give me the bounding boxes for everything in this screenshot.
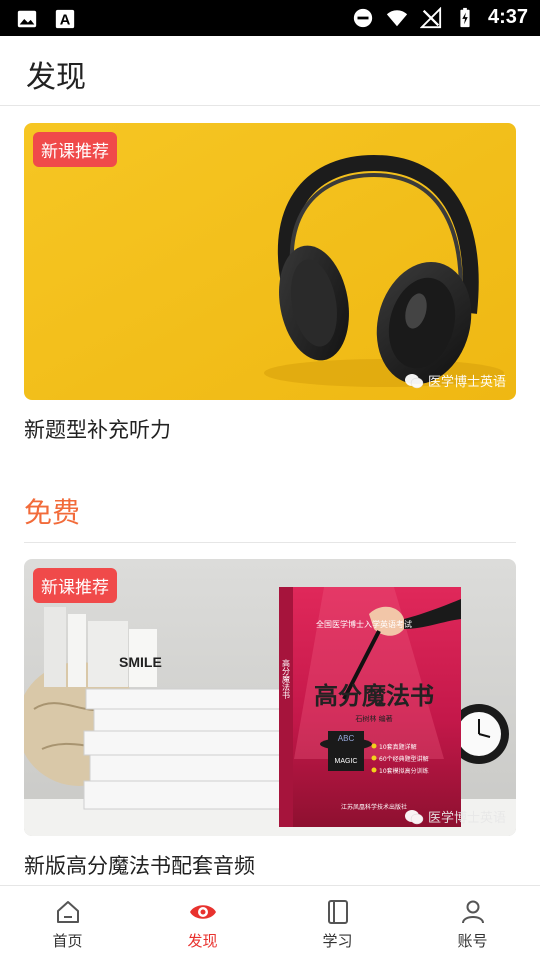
shelf-book-title: SMILE (119, 654, 162, 670)
eye-icon (189, 905, 216, 919)
course-card[interactable]: SMILE 全国医学博士入学英语考试 高分魔法书 石树林 编著 ABC MAGI… (24, 559, 516, 880)
nav-item-discover[interactable]: 发现 (135, 886, 270, 960)
clock-time: 4:37 (487, 6, 528, 28)
book-top-text: 全国医学博士入学英语考试 (316, 619, 412, 629)
nav-item-study[interactable]: 学习 (270, 886, 405, 960)
course-card[interactable]: 新课推荐 医学博士英语 新题型补充听力 (24, 123, 516, 444)
nav-label-account: 账号 (457, 932, 488, 950)
top-app-bar: 发现 (0, 36, 540, 106)
wechat-watermark: 医学博士英语 (404, 371, 506, 390)
nav-item-account[interactable]: 账号 (405, 886, 540, 960)
wifi-icon (386, 9, 408, 26)
new-course-badge: 新课推荐 (33, 132, 117, 167)
wechat-watermark: 医学博士英语 (404, 807, 506, 826)
status-bar: A 4:37 (0, 0, 540, 36)
nav-label-discover: 发现 (187, 932, 218, 950)
image-icon (17, 10, 37, 28)
book-bullet-3: 10套模拟高分训练 (379, 767, 429, 775)
course-cover-image[interactable]: SMILE 全国医学博士入学英语考试 高分魔法书 石树林 编著 ABC MAGI… (24, 559, 516, 836)
watermark-text: 医学博士英语 (427, 375, 506, 390)
section-title-free: 免费 (24, 496, 81, 529)
bottom-navigation: 首页 发现 学习 账号 (0, 885, 540, 960)
course-title[interactable]: 新题型补充听力 (24, 414, 516, 444)
battery-charging-icon (460, 7, 470, 27)
signal-off-icon (419, 6, 442, 28)
course-cover-image[interactable]: 新课推荐 医学博士英语 (24, 123, 516, 400)
book-publisher: 江苏凤凰科学技术出版社 (341, 803, 407, 811)
new-course-badge: 新课推荐 (33, 568, 117, 603)
nav-label-study: 学习 (322, 932, 353, 950)
page-title: 发现 (26, 60, 86, 95)
nav-item-home[interactable]: 首页 (0, 886, 135, 960)
book-author-text: 石树林 编著 (355, 714, 392, 723)
svg-text:A: A (60, 13, 71, 29)
book-title-text: 高分魔法书 (314, 682, 434, 710)
person-icon (461, 900, 484, 924)
book-bullet-1: 10套真题详解 (379, 743, 417, 751)
wechat-icon (404, 373, 424, 388)
do-not-disturb-icon (353, 8, 373, 27)
hat-text: MAGIC (335, 758, 358, 765)
course-title[interactable]: 新版高分魔法书配套音频 (24, 850, 516, 880)
nav-label-home: 首页 (52, 932, 83, 950)
book-spine-text: 高分魔法书 (282, 658, 291, 700)
watermark-text: 医学博士英语 (427, 811, 506, 826)
book-icon (327, 900, 348, 924)
text-a-icon: A (55, 9, 75, 29)
discover-feed[interactable]: 新课推荐 医学博士英语 新题型补充听力 免费 SMILE 全国医学博士入学英语考… (0, 107, 540, 885)
section-divider (24, 542, 516, 543)
hat-label: ABC (338, 734, 355, 743)
wechat-icon (404, 809, 424, 824)
book-bullet-2: 60个经典题型讲解 (379, 755, 429, 763)
home-icon (56, 901, 79, 923)
